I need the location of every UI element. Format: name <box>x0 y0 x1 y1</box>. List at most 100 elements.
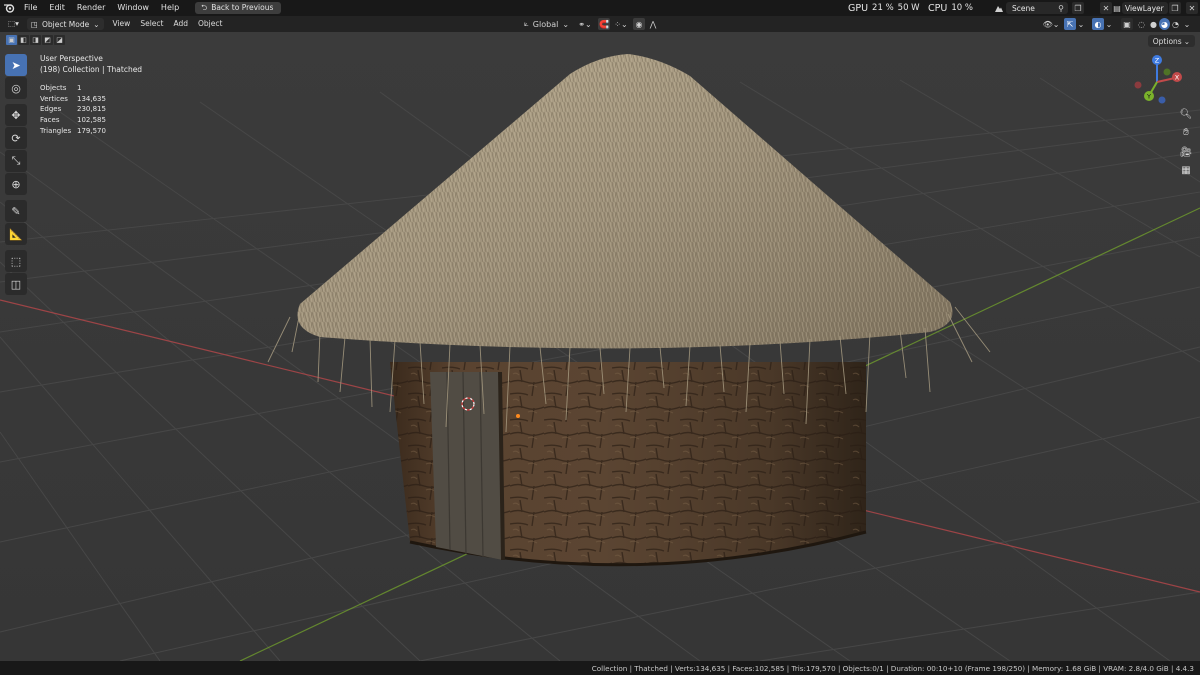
stat-label: Triangles <box>40 126 72 135</box>
object-mode-label: Object Mode <box>41 19 90 29</box>
transform-tool-icon[interactable]: ⊕ <box>5 173 27 195</box>
status-info: Collection | Thatched | Verts:134,635 | … <box>591 663 1194 673</box>
move-tool-icon[interactable]: ✥ <box>5 104 27 126</box>
menu-window[interactable]: Window <box>111 0 155 16</box>
stat-row: Objects 1 <box>40 83 106 94</box>
pan-hand-icon[interactable]: ✋︎ <box>1178 124 1194 140</box>
gpu-power: 50 W <box>897 3 920 13</box>
menu-help[interactable]: Help <box>155 0 185 16</box>
navigation-gizmo[interactable]: Z X Y <box>1130 52 1190 112</box>
visibility-selector-icon[interactable]: 👁⌄ <box>1040 18 1062 30</box>
xray-toggle-icon[interactable]: ▣ <box>1121 18 1133 30</box>
rotate-tool-icon[interactable]: ⟳ <box>5 127 27 149</box>
new-view-layer-icon[interactable]: ❐ <box>1169 2 1181 14</box>
stat-value: 134,635 <box>77 94 106 103</box>
menu-file[interactable]: File <box>18 0 43 16</box>
solid-shading-icon[interactable]: ● <box>1148 18 1159 30</box>
select-invert-icon[interactable]: ◩ <box>42 35 53 45</box>
gpu-meter: GPU 21 % 50 W <box>848 0 920 16</box>
view-layer-name: ViewLayer <box>1125 3 1164 13</box>
snap-toggle-icon[interactable]: 🧲 <box>598 18 610 30</box>
select-intersect-icon[interactable]: ◪ <box>54 35 65 45</box>
zoom-icon[interactable]: 🔍︎ <box>1178 106 1194 122</box>
pivot-point-icon[interactable]: ⚭⌄ <box>576 18 594 30</box>
view-layer-field[interactable]: ViewLayer <box>1122 2 1168 14</box>
options-label: Options <box>1152 36 1182 46</box>
select-extend-icon[interactable]: ◧ <box>18 35 29 45</box>
tool-shelf: ➤ ◎ ✥ ⟳ ⤡ ⊕ ✎ 📐 ⬚ ◫ <box>5 54 29 296</box>
menu-object[interactable]: Object <box>193 16 227 32</box>
gizmo-dropdown-icon[interactable]: ⌄ <box>1076 18 1086 30</box>
chevron-down-icon: ⌄ <box>93 19 100 29</box>
orientation-icon: ⟀ <box>524 19 529 28</box>
chevron-down-icon: ⌄ <box>562 19 570 29</box>
3d-viewport[interactable]: ▣ ◧ ◨ ◩ ◪ Options ⌄ User Perspective (19… <box>0 32 1200 661</box>
stat-label: Vertices <box>40 94 68 103</box>
falloff-icon[interactable]: ⋀ <box>646 18 660 30</box>
stat-value: 230,815 <box>77 105 106 114</box>
stat-row: Edges 230,815 <box>40 104 106 115</box>
stat-label: Edges <box>40 105 62 114</box>
transform-orientation-dropdown[interactable]: ⟀ Global ⌄ <box>524 18 584 30</box>
scene-statistics: Objects 1 Vertices 134,635 Edges 230,815 Fa… <box>40 83 106 137</box>
stat-label: Faces <box>40 116 60 125</box>
cpu-meter: CPU 10 % <box>928 0 973 16</box>
select-tool-icon[interactable]: ➤ <box>5 54 27 76</box>
menu-select[interactable]: Select <box>135 16 168 32</box>
status-bar: Collection | Thatched | Verts:134,635 | … <box>0 661 1200 675</box>
rendered-shading-icon[interactable]: ◔ <box>1170 18 1181 30</box>
stat-label: Objects <box>40 84 67 92</box>
gizmo-toggle-icon[interactable]: ⇱ <box>1064 18 1076 30</box>
scale-tool-icon[interactable]: ⤡ <box>5 150 27 172</box>
blender-logo-icon[interactable] <box>0 0 18 16</box>
stat-row: Faces 102,585 <box>40 115 106 126</box>
gpu-label: GPU <box>848 2 869 14</box>
add-cube-tool-icon[interactable]: ⬚ <box>5 250 27 272</box>
cpu-label: CPU <box>928 2 948 14</box>
camera-view-icon[interactable]: 🎥︎ <box>1178 144 1194 160</box>
options-dropdown[interactable]: Options ⌄ <box>1147 35 1195 47</box>
back-to-previous-button[interactable]: ⮌ Back to Previous <box>195 2 282 14</box>
scene-selector-icon[interactable] <box>993 2 1005 14</box>
select-subtract-icon[interactable]: ◨ <box>30 35 41 45</box>
shading-dropdown-icon[interactable]: ⌄ <box>1182 18 1192 30</box>
back-arrow-icon: ⮌ <box>201 3 208 12</box>
back-to-previous-label: Back to Previous <box>211 3 274 12</box>
editor-type-icon[interactable]: ⬚▾ <box>0 16 21 32</box>
wireframe-shading-icon[interactable]: ◌ <box>1136 18 1147 30</box>
select-new-icon[interactable]: ▣ <box>6 35 17 45</box>
material-preview-shading-icon[interactable]: ◕ <box>1159 18 1170 30</box>
pin-icon[interactable]: ⚲ <box>1056 3 1066 13</box>
delete-view-layer-icon[interactable]: ✕ <box>1186 2 1198 14</box>
stat-row: Triangles 179,570 <box>40 126 106 137</box>
menu-edit[interactable]: Edit <box>43 0 71 16</box>
object-mode-icon: ◳ <box>30 19 38 29</box>
cpu-value: 10 % <box>951 3 973 13</box>
overlays-toggle-icon[interactable]: ◐ <box>1092 18 1104 30</box>
perspective-toggle-icon[interactable]: ▦ <box>1178 162 1194 178</box>
stat-row: Vertices 134,635 <box>40 94 106 105</box>
add-object-tool-icon[interactable]: ◫ <box>5 273 27 295</box>
menu-add[interactable]: Add <box>168 16 193 32</box>
view-name: User Perspective <box>40 54 103 63</box>
selection-mode-buttons: ▣ ◧ ◨ ◩ ◪ <box>6 35 65 45</box>
transform-orientation-label: Global <box>532 19 559 29</box>
cursor-tool-icon[interactable]: ◎ <box>5 77 27 99</box>
scene-name: Scene <box>1012 3 1035 13</box>
stat-value: 102,585 <box>77 116 106 125</box>
menu-view[interactable]: View <box>108 16 136 32</box>
stat-value: 1 <box>77 84 82 92</box>
proportional-edit-icon[interactable]: ◉ <box>633 18 645 30</box>
viewport-info: User Perspective (198) Collection | That… <box>40 54 142 75</box>
new-scene-icon[interactable]: ❐ <box>1072 2 1084 14</box>
menu-render[interactable]: Render <box>71 0 111 16</box>
snap-target-icon[interactable]: ⁘⌄ <box>611 18 631 30</box>
gizmo-y-label: Y <box>1146 93 1151 101</box>
annotate-tool-icon[interactable]: ✎ <box>5 200 27 222</box>
object-mode-dropdown[interactable]: ◳ Object Mode ⌄ <box>26 18 104 30</box>
measure-tool-icon[interactable]: 📐 <box>5 223 27 245</box>
stat-value: 179,570 <box>77 126 106 135</box>
gizmo-x-label: X <box>1175 74 1180 82</box>
chevron-down-icon: ⌄ <box>1183 36 1190 46</box>
overlays-dropdown-icon[interactable]: ⌄ <box>1104 18 1114 30</box>
